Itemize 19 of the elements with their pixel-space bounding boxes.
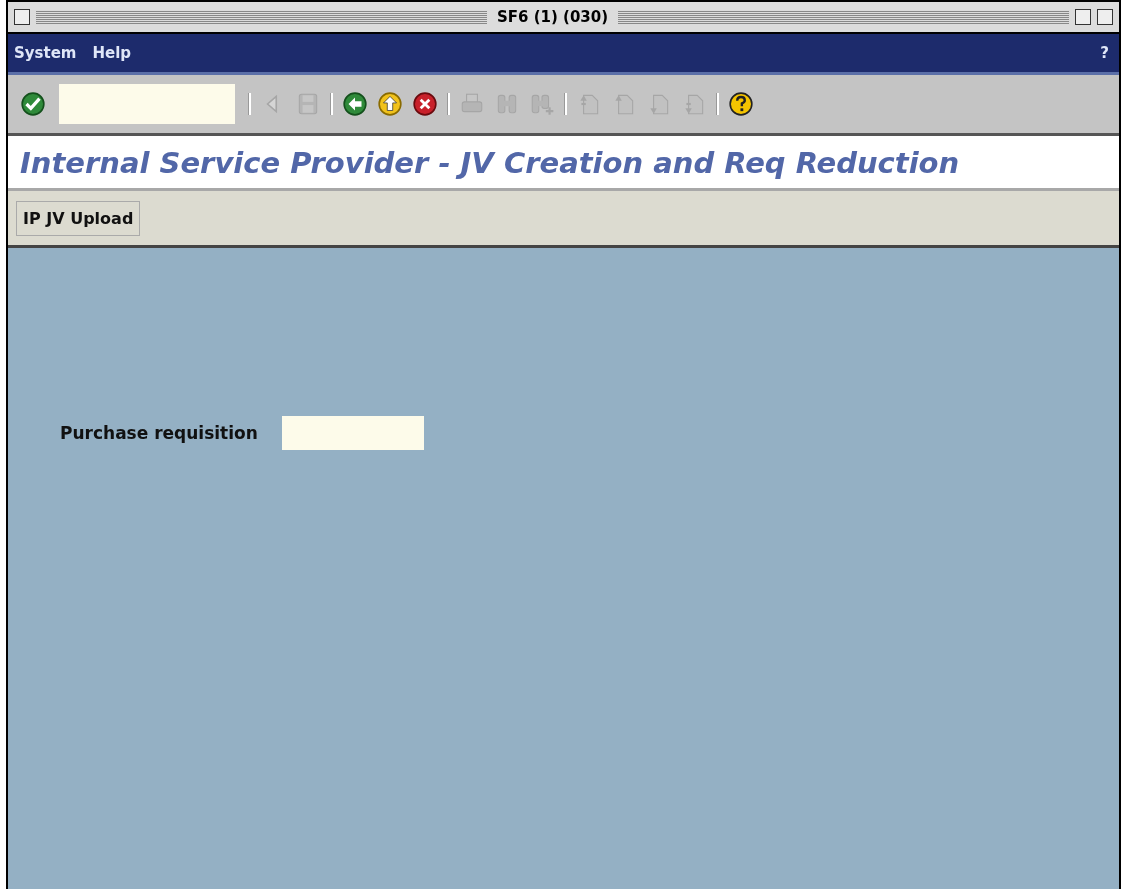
check-icon[interactable] <box>20 91 46 117</box>
field-label: Purchase requisition <box>60 423 258 443</box>
title-bar-stripes[interactable] <box>618 10 1069 24</box>
zoom-box[interactable] <box>1075 9 1091 25</box>
question-mark-icon[interactable] <box>728 91 754 117</box>
window-title: SF6 (1) (030) <box>495 8 610 26</box>
input-field[interactable] <box>281 416 424 450</box>
help-menu[interactable]: ? <box>1100 44 1113 62</box>
upload-button[interactable]: IP JV Upload <box>16 200 141 236</box>
arrow-up-icon[interactable] <box>377 91 403 117</box>
close-box[interactable] <box>14 9 30 25</box>
collapse-box[interactable] <box>1097 9 1113 25</box>
cross-icon[interactable] <box>412 91 438 117</box>
arrow-left-icon[interactable] <box>342 91 368 117</box>
screen-title: Internal Service Provider - JV Creation and Req Reduction <box>20 146 960 180</box>
menu-item[interactable]: System <box>14 44 77 62</box>
menu-item[interactable]: Help <box>92 44 132 62</box>
title-bar-stripes[interactable] <box>36 10 487 24</box>
command-field[interactable] <box>59 84 235 124</box>
